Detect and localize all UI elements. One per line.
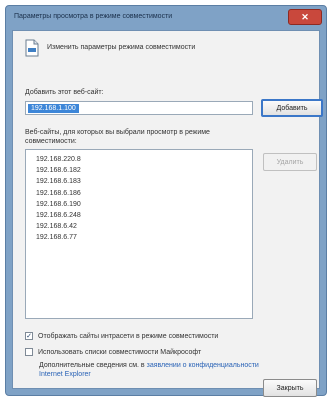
add-button[interactable]: Добавить xyxy=(261,99,323,117)
list-item[interactable]: 192.168.6.77 xyxy=(36,232,252,243)
intro-text: Изменить параметры режима совместимости xyxy=(47,44,196,51)
sites-list[interactable]: 192.168.220.8 192.168.6.182 192.168.6.18… xyxy=(25,149,253,319)
sites-list-label: Веб-сайты, для которых вы выбрали просмо… xyxy=(25,129,210,145)
compatibility-view-dialog: Параметры просмотра в режиме совместимос… xyxy=(5,5,327,397)
list-item[interactable]: 192.168.6.186 xyxy=(36,188,252,199)
dialog-body: Изменить параметры режима совместимости … xyxy=(12,30,323,397)
add-site-input-value: 192.168.1.100 xyxy=(28,104,79,113)
add-site-label: Добавить этот веб-сайт: xyxy=(25,89,104,96)
window-close-button[interactable]: ✕ xyxy=(288,9,322,25)
document-settings-icon xyxy=(25,39,39,57)
window-title: Параметры просмотра в режиме совместимос… xyxy=(14,13,173,20)
intranet-option[interactable]: ✓ Отображать сайты интрасети в режиме со… xyxy=(25,331,218,341)
intranet-checkbox[interactable]: ✓ xyxy=(25,332,33,340)
more-info-text: Дополнительные сведения см. в заявлении … xyxy=(39,361,269,379)
list-item[interactable]: 192.168.6.183 xyxy=(36,176,252,187)
microsoft-list-option[interactable]: Использовать списки совместимости Майкро… xyxy=(25,347,201,357)
list-item[interactable]: 192.168.220.8 xyxy=(36,154,252,165)
list-item[interactable]: 192.168.6.248 xyxy=(36,210,252,221)
intranet-option-label: Отображать сайты интрасети в режиме совм… xyxy=(38,332,219,340)
close-button[interactable]: Закрыть xyxy=(263,379,317,397)
list-item[interactable]: 192.168.6.182 xyxy=(36,165,252,176)
add-site-input[interactable]: 192.168.1.100 xyxy=(25,101,253,115)
close-icon: ✕ xyxy=(301,11,309,22)
remove-button[interactable]: Удалить xyxy=(263,153,317,171)
microsoft-list-checkbox[interactable] xyxy=(25,348,33,356)
list-item[interactable]: 192.168.6.190 xyxy=(36,199,252,210)
microsoft-list-option-label: Использовать списки совместимости Майкро… xyxy=(38,348,202,356)
list-item[interactable]: 192.168.6.42 xyxy=(36,221,252,232)
more-info-prefix: Дополнительные сведения см. в xyxy=(39,362,145,369)
title-bar: Параметры просмотра в режиме совместимос… xyxy=(6,6,326,28)
